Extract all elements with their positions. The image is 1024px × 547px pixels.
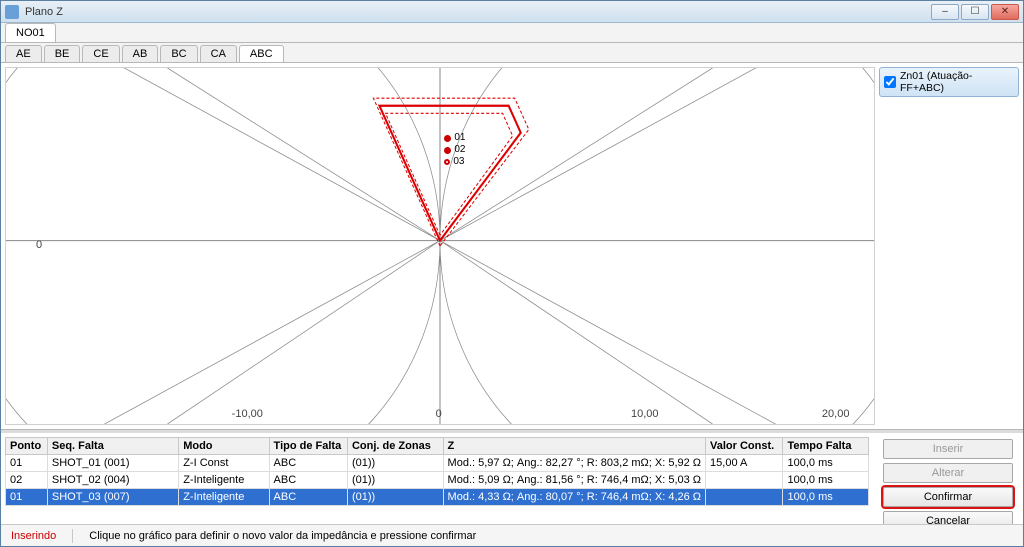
status-mode: Inserindo bbox=[11, 530, 56, 542]
legend-panel: Zn01 (Atuação-FF+ABC) bbox=[879, 67, 1019, 425]
point-label-01: 01 bbox=[454, 132, 465, 144]
bottom-panel: Ponto Seq. Falta Modo Tipo de Falta Conj… bbox=[1, 430, 1023, 524]
close-button[interactable]: ✕ bbox=[991, 4, 1019, 20]
th-conj: Conj. de Zonas bbox=[347, 438, 443, 455]
x-tick-1: 0 bbox=[436, 408, 442, 420]
titlebar: Plano Z – ☐ ✕ bbox=[1, 1, 1023, 23]
main-content: 0 -10,00 0 10,00 20,00 01 02 03 Zn01 (At… bbox=[1, 63, 1023, 430]
tab-ca[interactable]: CA bbox=[200, 45, 237, 62]
tabs-primary: NO01 bbox=[1, 23, 1023, 43]
table-row[interactable]: 01 SHOT_01 (001) Z-I Const ABC (01)) Mod… bbox=[6, 455, 869, 472]
window-title: Plano Z bbox=[25, 6, 63, 18]
tab-ae[interactable]: AE bbox=[5, 45, 42, 62]
edit-button[interactable]: Alterar bbox=[883, 463, 1013, 483]
plot-point-labels: 01 02 03 bbox=[444, 132, 465, 168]
tab-abc[interactable]: ABC bbox=[239, 45, 284, 62]
x-tick-2: 10,00 bbox=[631, 408, 659, 420]
legend-checkbox[interactable] bbox=[884, 76, 896, 88]
status-separator bbox=[72, 529, 73, 543]
point-label-02: 02 bbox=[454, 144, 465, 156]
plot-svg bbox=[6, 68, 874, 424]
maximize-button[interactable]: ☐ bbox=[961, 4, 989, 20]
tab-ce[interactable]: CE bbox=[82, 45, 119, 62]
th-modo: Modo bbox=[179, 438, 269, 455]
tab-bc[interactable]: BC bbox=[160, 45, 197, 62]
th-valor: Valor Const. bbox=[706, 438, 783, 455]
minimize-button[interactable]: – bbox=[931, 4, 959, 20]
th-z: Z bbox=[443, 438, 705, 455]
table-header-row: Ponto Seq. Falta Modo Tipo de Falta Conj… bbox=[6, 438, 869, 455]
th-tempo: Tempo Falta bbox=[783, 438, 869, 455]
legend-item-zn01[interactable]: Zn01 (Atuação-FF+ABC) bbox=[879, 67, 1019, 97]
app-window: Plano Z – ☐ ✕ NO01 AE BE CE AB BC CA ABC bbox=[0, 0, 1024, 547]
points-table-wrap: Ponto Seq. Falta Modo Tipo de Falta Conj… bbox=[5, 437, 869, 520]
th-seq: Seq. Falta bbox=[47, 438, 178, 455]
tabs-secondary: AE BE CE AB BC CA ABC bbox=[1, 43, 1023, 63]
table-row[interactable]: 02 SHOT_02 (004) Z-Inteligente ABC (01))… bbox=[6, 472, 869, 489]
legend-label: Zn01 (Atuação-FF+ABC) bbox=[900, 70, 1014, 94]
window-buttons: – ☐ ✕ bbox=[931, 4, 1019, 20]
status-hint: Clique no gráfico para definir o novo va… bbox=[89, 530, 476, 542]
point-label-03: 03 bbox=[453, 156, 464, 168]
tab-no01[interactable]: NO01 bbox=[5, 23, 56, 42]
th-tipo: Tipo de Falta bbox=[269, 438, 347, 455]
y-axis-zero: 0 bbox=[36, 239, 42, 251]
th-ponto: Ponto bbox=[6, 438, 48, 455]
tab-be[interactable]: BE bbox=[44, 45, 81, 62]
status-bar: Inserindo Clique no gráfico para definir… bbox=[1, 524, 1023, 546]
app-icon bbox=[5, 5, 19, 19]
tab-ab[interactable]: AB bbox=[122, 45, 159, 62]
x-tick-0: -10,00 bbox=[232, 408, 263, 420]
impedance-plot[interactable]: 0 -10,00 0 10,00 20,00 01 02 03 bbox=[5, 67, 875, 425]
points-table[interactable]: Ponto Seq. Falta Modo Tipo de Falta Conj… bbox=[5, 437, 869, 506]
action-buttons: Inserir Alterar Confirmar Cancelar bbox=[873, 433, 1023, 524]
insert-button[interactable]: Inserir bbox=[883, 439, 1013, 459]
confirm-button[interactable]: Confirmar bbox=[883, 487, 1013, 507]
x-tick-3: 20,00 bbox=[822, 408, 850, 420]
table-row[interactable]: 01 SHOT_03 (007) Z-Inteligente ABC (01))… bbox=[6, 489, 869, 506]
